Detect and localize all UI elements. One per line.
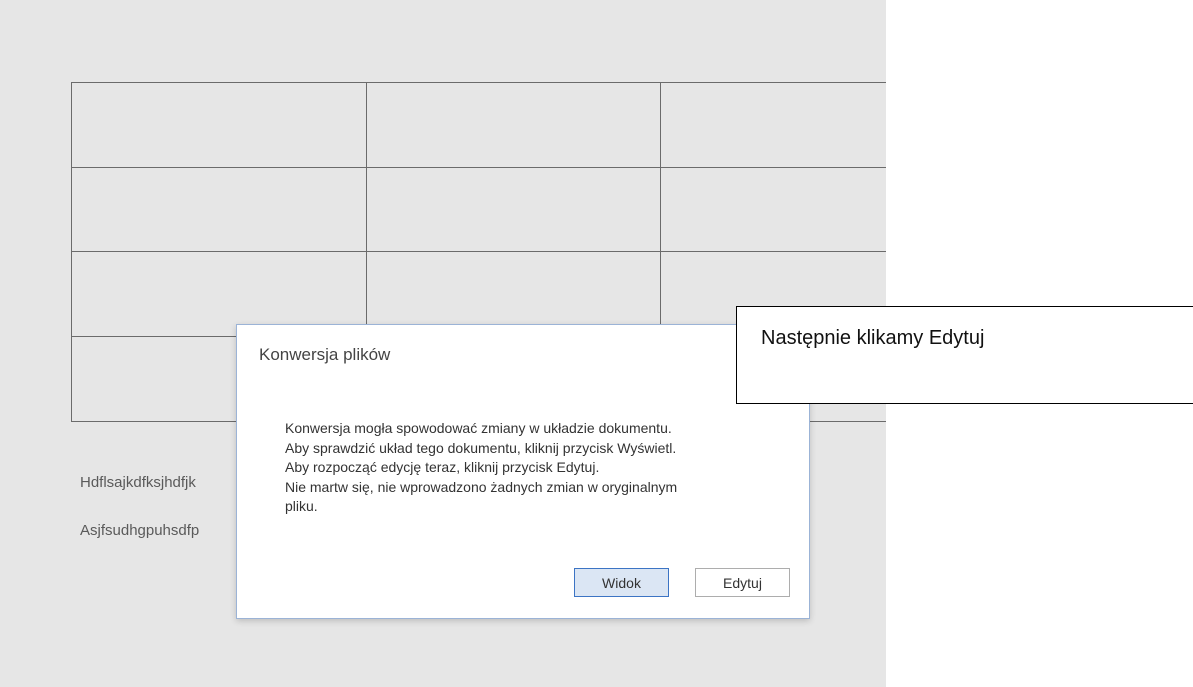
dialog-message-line: Nie martw się, nie wprowadzono żadnych z… bbox=[285, 478, 678, 495]
dialog-message-line: Aby rozpocząć edycję teraz, kliknij przy… bbox=[285, 459, 600, 475]
table-row bbox=[71, 167, 886, 252]
dialog-message-line: pliku. bbox=[285, 498, 318, 514]
table-cell[interactable] bbox=[660, 82, 886, 168]
document-paragraph: Hdflsajkdfksjhdfjk bbox=[80, 474, 196, 491]
table-cell[interactable] bbox=[366, 167, 661, 252]
instruction-callout: Następnie klikamy Edytuj bbox=[736, 306, 1193, 404]
dialog-message-line: Konwersja mogła spowodować zmiany w ukła… bbox=[285, 420, 672, 436]
table-cell[interactable] bbox=[71, 82, 367, 168]
document-paragraph: Asjfsudhgpuhsdfp bbox=[80, 522, 200, 539]
view-button[interactable]: Widok bbox=[574, 568, 669, 597]
callout-text: Następnie klikamy Edytuj bbox=[761, 327, 985, 349]
table-cell[interactable] bbox=[71, 167, 367, 252]
dialog-title: Konwersja plików bbox=[259, 345, 391, 364]
dialog-message: Konwersja mogła spowodować zmiany w ukła… bbox=[285, 419, 785, 517]
file-conversion-dialog: Konwersja plików Konwersja mogła spowodo… bbox=[236, 324, 810, 619]
dialog-message-line: Aby sprawdzić układ tego dokumentu, klik… bbox=[285, 439, 677, 456]
screenshot-root: Hdflsajkdfksjhdfjk Asjfsudhgpuhsdfp Konw… bbox=[0, 0, 1193, 687]
table-row bbox=[71, 82, 886, 168]
edit-button[interactable]: Edytuj bbox=[695, 568, 790, 597]
table-cell[interactable] bbox=[660, 167, 886, 252]
table-cell[interactable] bbox=[366, 82, 661, 168]
